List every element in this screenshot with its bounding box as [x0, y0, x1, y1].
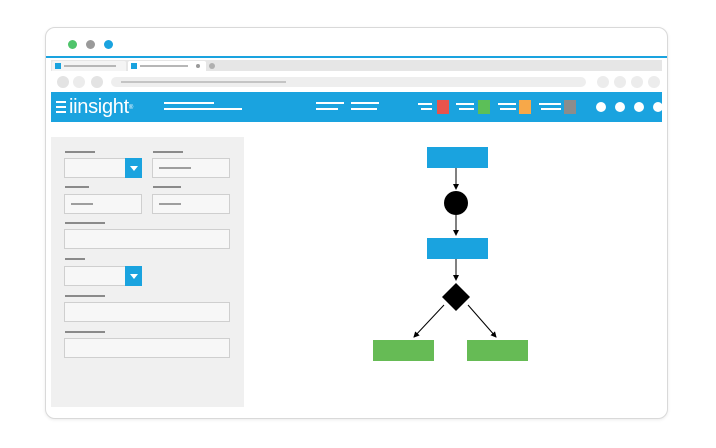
flow-connector	[413, 304, 445, 338]
flow-connector	[467, 304, 497, 338]
workflow-diagram	[373, 147, 528, 361]
flow-outcome-1[interactable]	[373, 340, 434, 361]
flow-outcome-2[interactable]	[467, 340, 528, 361]
flow-step-1[interactable]	[427, 147, 488, 168]
browser-window: iinsight®	[45, 27, 668, 419]
flow-event-node[interactable]	[444, 191, 468, 215]
flow-step-2[interactable]	[427, 238, 488, 259]
flow-decision-node[interactable]	[442, 283, 470, 311]
